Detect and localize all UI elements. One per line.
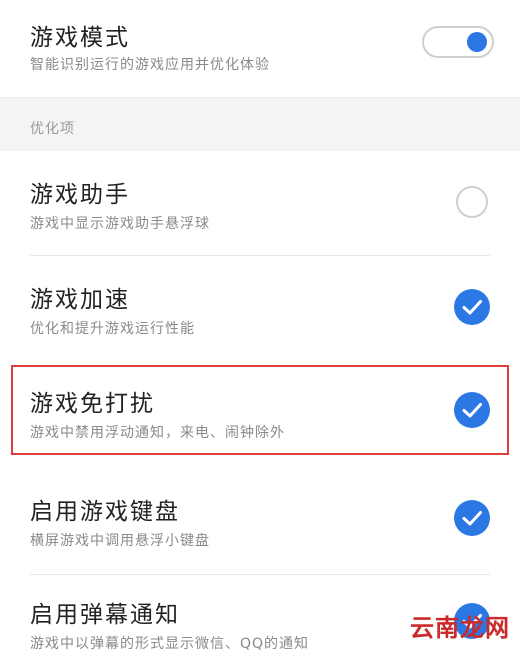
toggle-knob [467,32,487,52]
item-desc: 优化和提升游戏运行性能 [30,321,195,337]
item-title: 启用弹幕通知 [30,602,180,628]
game-mode-desc: 智能识别运行的游戏应用并优化体验 [30,57,270,73]
list-item-game-assistant[interactable]: 游戏助手 游戏中显示游戏助手悬浮球 [0,151,520,255]
game-mode-toggle[interactable] [422,26,494,58]
section-label: 优化项 [30,121,75,137]
item-title: 启用游戏键盘 [30,499,180,525]
checkmark-icon[interactable] [454,500,490,536]
checkmark-icon[interactable] [454,289,490,325]
item-desc: 横屏游戏中调用悬浮小键盘 [30,533,210,549]
unchecked-circle-icon[interactable] [456,186,488,218]
game-mode-title: 游戏模式 [30,25,130,51]
item-title: 游戏加速 [30,287,130,313]
site-watermark: 云南龙网 [410,614,510,642]
list-item-game-acceleration[interactable]: 游戏加速 优化和提升游戏运行性能 [0,256,520,360]
item-desc: 游戏中以弹幕的形式显示微信、QQ的通知 [30,636,310,652]
item-title: 游戏助手 [30,182,130,208]
highlight-box [11,365,509,455]
item-desc: 游戏中显示游戏助手悬浮球 [30,216,210,232]
list-item-game-keyboard[interactable]: 启用游戏键盘 横屏游戏中调用悬浮小键盘 [0,470,520,574]
game-mode-row[interactable]: 游戏模式 智能识别运行的游戏应用并优化体验 [0,0,520,97]
section-header: 优化项 [0,97,520,152]
